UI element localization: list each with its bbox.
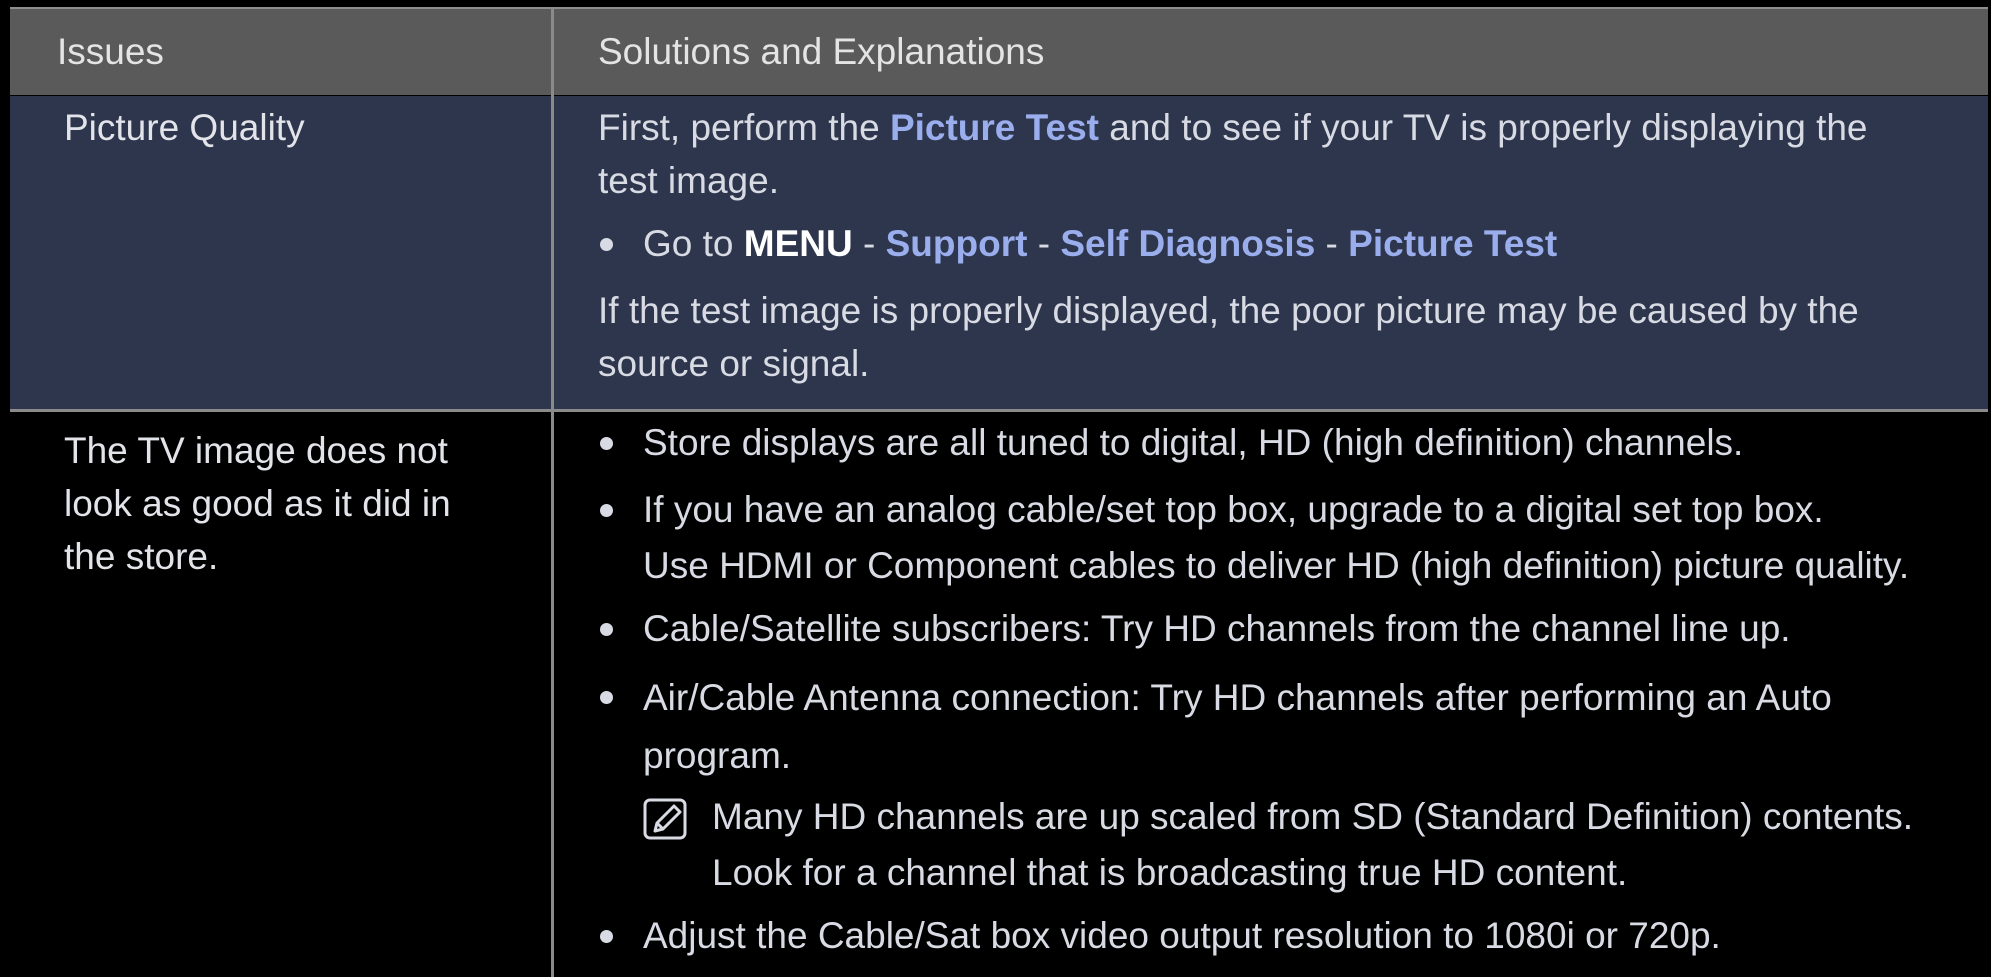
troubleshooting-table: Issues Solutions and Explanations Pictur…: [10, 7, 1988, 977]
issue-cell: Picture Quality: [64, 107, 305, 148]
header-issues: Issues: [57, 31, 164, 72]
bullet-dot-icon: [600, 504, 613, 517]
list-item: Store displays are all tuned to digital,…: [598, 416, 1983, 469]
path-self-diagnosis[interactable]: Self Diagnosis: [1060, 223, 1315, 264]
note: Many HD channels are up scaled from SD (…: [598, 789, 1983, 901]
bullet-dot-icon: [600, 691, 613, 704]
path-separator: -: [1027, 223, 1061, 264]
bullet-text: Adjust the Cable/Sat box video output re…: [643, 915, 1721, 956]
row-divider: [10, 409, 1988, 412]
path-separator: -: [852, 223, 886, 264]
outro-line-1: If the test image is properly displayed,…: [598, 290, 1859, 331]
bullet-text: Use HDMI or Component cables to deliver …: [643, 545, 1910, 586]
intro-post-2: test image.: [598, 160, 779, 201]
picture-test-link[interactable]: Picture Test: [890, 107, 1099, 148]
bullet-dot-icon: [600, 930, 613, 943]
bullet-text: If you have an analog cable/set top box,…: [643, 489, 1824, 530]
list-item: Cable/Satellite subscribers: Try HD chan…: [598, 602, 1983, 655]
solution-cell: Store displays are all tuned to digital,…: [598, 416, 1983, 962]
list-item: Air/Cable Antenna connection: Try HD cha…: [598, 669, 1983, 785]
bullet-text: Store displays are all tuned to digital,…: [643, 422, 1744, 463]
issue-line: look as good as it did in: [64, 483, 451, 524]
bullet-text: Cable/Satellite subscribers: Try HD chan…: [643, 608, 1791, 649]
path-picture-test[interactable]: Picture Test: [1348, 223, 1557, 264]
list-item: Adjust the Cable/Sat box video output re…: [598, 909, 1983, 962]
outro-text: If the test image is properly displayed,…: [598, 284, 1983, 390]
bullet-dot-icon: [600, 437, 613, 450]
menu-path: Go to MENU - Support - Self Diagnosis - …: [598, 217, 1983, 270]
issue-line: the store.: [64, 536, 219, 577]
issue-cell: The TV image does not look as good as it…: [64, 424, 451, 583]
bullet-dot-icon: [600, 238, 613, 251]
path-prefix: Go to: [643, 223, 744, 264]
bullet-dot-icon: [600, 623, 613, 636]
outro-line-2: source or signal.: [598, 343, 870, 384]
solution-cell: First, perform the Picture Test and to s…: [598, 101, 1983, 390]
path-menu[interactable]: MENU: [744, 223, 853, 264]
list-item: If you have an analog cable/set top box,…: [598, 482, 1983, 594]
note-pencil-icon: [643, 798, 687, 840]
issue-line: The TV image does not: [64, 430, 448, 471]
header-solutions: Solutions and Explanations: [598, 31, 1045, 72]
note-text: Many HD channels are up scaled from SD (…: [712, 796, 1914, 837]
table-header: Issues Solutions and Explanations: [10, 7, 1988, 95]
bullet-text: Air/Cable Antenna connection: Try HD cha…: [643, 677, 1832, 718]
column-divider: [551, 7, 554, 977]
intro-post: and to see if your TV is properly displa…: [1099, 107, 1868, 148]
intro-pre: First, perform the: [598, 107, 890, 148]
intro-text: First, perform the Picture Test and to s…: [598, 101, 1983, 207]
table-row-picture-quality: Picture Quality First, perform the Pictu…: [10, 96, 1988, 409]
bullet-text: program.: [643, 735, 792, 776]
path-support[interactable]: Support: [886, 223, 1028, 264]
note-text: Look for a channel that is broadcasting …: [712, 852, 1628, 893]
path-separator: -: [1315, 223, 1349, 264]
